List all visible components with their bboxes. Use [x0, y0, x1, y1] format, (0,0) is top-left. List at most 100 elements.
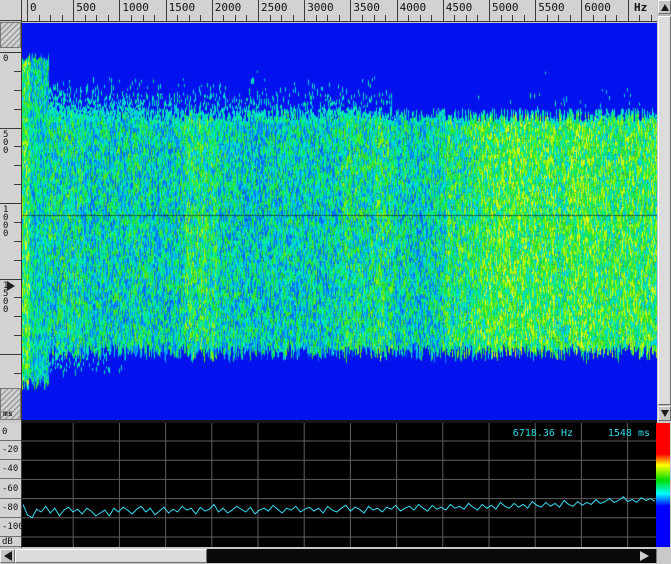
time-minor-tick: [14, 109, 21, 110]
freq-minor-tick: [235, 15, 236, 21]
spectrogram-analyzer-window: Hz 0500100015002000250030003500400045005…: [0, 0, 671, 564]
time-minor-tick: [14, 241, 21, 242]
freq-tick-label: 5500: [538, 1, 565, 14]
db-scale-column: 0-20-40-60-80-100dB: [0, 423, 21, 547]
freq-minor-tick: [547, 15, 548, 21]
scroll-down-button[interactable]: [658, 406, 671, 421]
freq-minor-tick: [651, 15, 652, 21]
freq-major-tick: [27, 0, 28, 21]
time-major-tick: [0, 128, 21, 129]
freq-minor-tick: [524, 15, 525, 21]
db-tick-label: -60: [0, 479, 21, 499]
time-tick-label: 5 0 0: [3, 131, 8, 155]
db-tick-label: 0: [0, 423, 21, 441]
freq-tick-label: 4000: [400, 1, 427, 14]
freq-tick-label: 6000: [584, 1, 611, 14]
freq-minor-tick: [605, 15, 606, 21]
time-major-tick: [0, 279, 21, 280]
arrow-right-icon[interactable]: [640, 551, 649, 561]
freq-major-tick: [628, 0, 629, 21]
freq-tick-label: 4500: [446, 1, 473, 14]
scroll-up-button[interactable]: [658, 0, 671, 14]
time-tick-label: 1 0 0 0: [3, 206, 8, 238]
arrow-left-icon: [4, 551, 12, 561]
freq-minor-tick: [639, 15, 640, 21]
freq-minor-tick: [96, 15, 97, 21]
color-scale-bar: [656, 423, 670, 547]
db-tick-label: -40: [0, 460, 21, 479]
db-tick-label: -100: [0, 518, 21, 537]
freq-minor-tick: [501, 15, 502, 21]
freq-minor-tick: [177, 15, 178, 21]
time-minor-tick: [14, 165, 21, 166]
time-minor-tick: [14, 146, 21, 147]
horizontal-scrollbar[interactable]: [0, 549, 671, 563]
arrow-up-icon: [661, 4, 669, 11]
freq-tick-label: 0: [30, 1, 37, 14]
freq-minor-tick: [408, 15, 409, 21]
freq-minor-tick: [246, 15, 247, 21]
time-unit-corner: ms: [0, 388, 21, 420]
freq-minor-tick: [189, 15, 190, 21]
freq-minor-tick: [593, 15, 594, 21]
freq-tick-label: 3500: [353, 1, 380, 14]
freq-minor-tick: [339, 15, 340, 21]
spectrum-panel[interactable]: 6718.36 Hz 1548 ms: [22, 423, 656, 547]
time-tick-label: 1 5 0 0: [3, 282, 8, 314]
freq-major-tick: [350, 0, 351, 21]
freq-minor-tick: [327, 15, 328, 21]
freq-major-tick: [397, 0, 398, 21]
time-ruler-top-corner: [0, 22, 21, 48]
freq-minor-tick: [62, 15, 63, 21]
frequency-ruler: Hz 0500100015002000250030003500400045005…: [22, 0, 657, 22]
freq-tick-label: 5000: [492, 1, 519, 14]
ruler-corner-block: [0, 0, 21, 21]
freq-minor-tick: [570, 15, 571, 21]
time-minor-tick: [14, 297, 21, 298]
time-minor-tick: [14, 316, 21, 317]
freq-tick-label: 500: [76, 1, 96, 14]
freq-major-tick: [581, 0, 582, 21]
vertical-scrollbar-thumb[interactable]: [658, 16, 671, 405]
freq-minor-tick: [477, 15, 478, 21]
vertical-scrollbar[interactable]: [658, 0, 671, 421]
freq-minor-tick: [512, 15, 513, 21]
freq-minor-tick: [85, 15, 86, 21]
freq-minor-tick: [39, 15, 40, 21]
freq-major-tick: [212, 0, 213, 21]
spectrum-plot: [22, 423, 656, 547]
freq-minor-tick: [466, 15, 467, 21]
time-ruler: 0 5 0 0 1 0 0 0 1 5 0 0: [0, 48, 21, 388]
freq-minor-tick: [50, 15, 51, 21]
time-minor-tick: [14, 260, 21, 261]
time-minor-tick: [14, 90, 21, 91]
freq-minor-tick: [362, 15, 363, 21]
freq-tick-label: 1000: [122, 1, 149, 14]
horizontal-scrollbar-thumb[interactable]: [15, 549, 207, 563]
freq-minor-tick: [431, 15, 432, 21]
time-tick-label: 0: [3, 55, 8, 63]
freq-tick-label: 2500: [261, 1, 288, 14]
db-tick-label: -20: [0, 441, 21, 460]
scroll-left-button[interactable]: [0, 549, 15, 563]
freq-major-tick: [443, 0, 444, 21]
freq-minor-tick: [385, 15, 386, 21]
time-minor-tick: [14, 373, 21, 374]
freq-major-tick: [304, 0, 305, 21]
freq-minor-tick: [558, 15, 559, 21]
spectrum-trace: [23, 497, 655, 518]
frequency-unit-label: Hz: [634, 1, 647, 14]
spectrogram-canvas[interactable]: [22, 23, 657, 420]
freq-minor-tick: [454, 15, 455, 21]
time-major-tick: [0, 354, 21, 355]
freq-minor-tick: [616, 15, 617, 21]
freq-tick-label: 1500: [169, 1, 196, 14]
freq-major-tick: [119, 0, 120, 21]
freq-major-tick: [489, 0, 490, 21]
db-tick-label: -80: [0, 499, 21, 518]
freq-minor-tick: [108, 15, 109, 21]
freq-minor-tick: [316, 15, 317, 21]
time-minor-tick: [14, 184, 21, 185]
freq-major-tick: [258, 0, 259, 21]
freq-minor-tick: [293, 15, 294, 21]
